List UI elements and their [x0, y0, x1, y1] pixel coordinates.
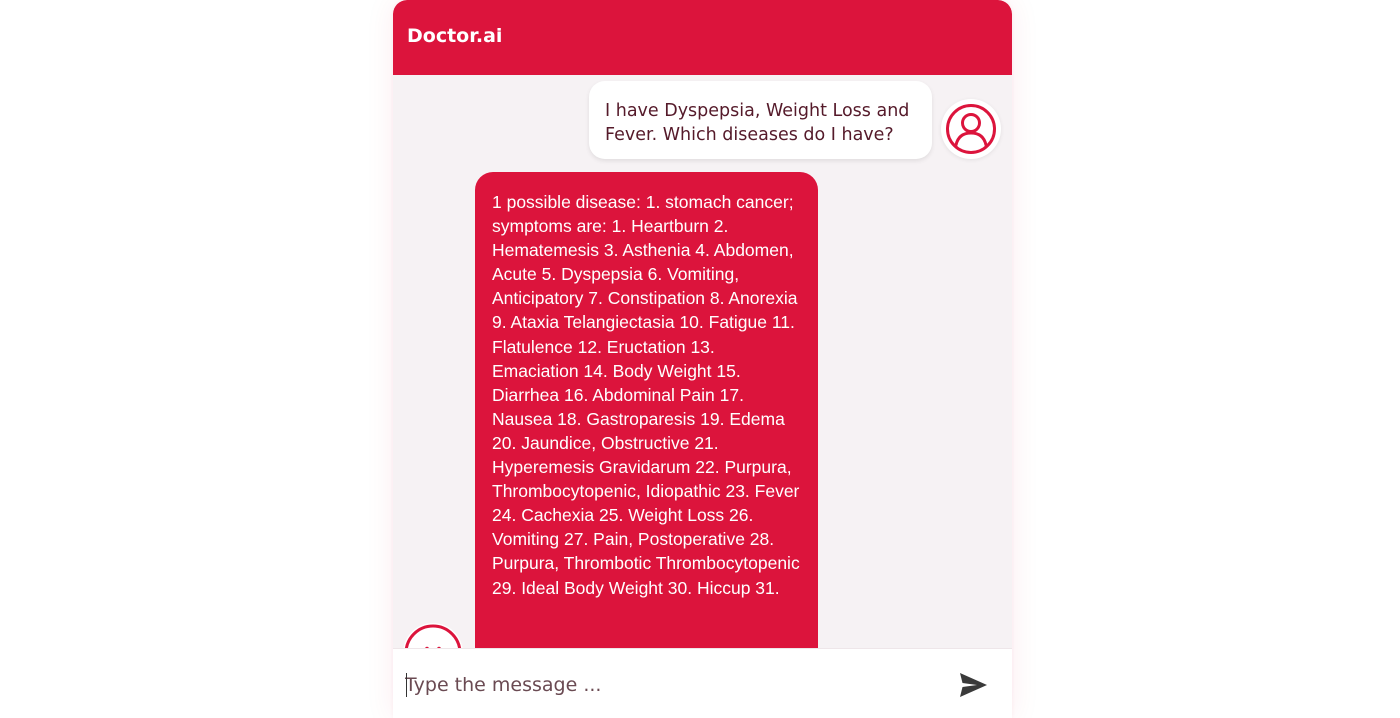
- message-input[interactable]: [405, 665, 925, 705]
- user-message-text: I have Dyspepsia, Weight Loss and Fever.…: [605, 101, 910, 145]
- send-button[interactable]: [953, 665, 993, 705]
- bot-message-text: 1 possible disease: 1. stomach cancer; s…: [492, 192, 800, 598]
- app-title: Doctor.ai: [407, 25, 503, 47]
- bot-avatar: [403, 623, 463, 648]
- chat-header: Doctor.ai: [393, 0, 1012, 75]
- user-avatar: [941, 99, 1001, 159]
- text-caret: [406, 673, 407, 697]
- composer-bar: [393, 648, 1012, 718]
- send-icon: [953, 673, 993, 708]
- message-list[interactable]: I have Dyspepsia, Weight Loss and Fever.…: [393, 75, 1012, 648]
- bot-message-bubble: 1 possible disease: 1. stomach cancer; s…: [475, 172, 818, 648]
- chat-window: Doctor.ai I have Dyspepsia, Weight Loss …: [393, 0, 1012, 718]
- user-message-bubble: I have Dyspepsia, Weight Loss and Fever.…: [589, 81, 932, 159]
